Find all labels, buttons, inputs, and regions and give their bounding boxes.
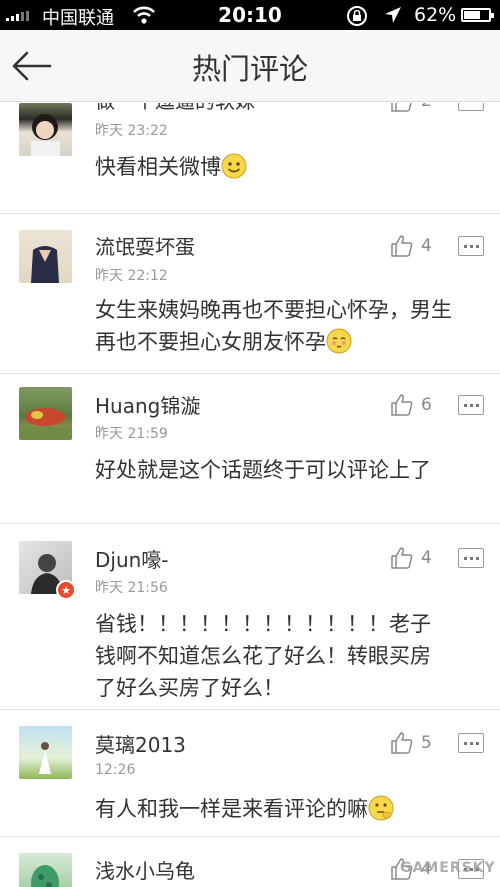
comment-author[interactable]: Djun嚎-: [95, 544, 169, 573]
comment-text: 好处就是这个话题终于可以评论上了: [95, 458, 431, 482]
thinking-emoji-icon: [368, 795, 394, 821]
comment-time: 12:26: [95, 762, 136, 778]
watermark: GAMERSKY: [400, 860, 496, 876]
like-count: 5: [421, 733, 432, 753]
nav-bar: 热门评论: [0, 30, 500, 102]
comment-item: 流氓耍坏蛋 昨天 22:12 女生来姨妈晚再也不要担心怀孕，男生再也不要担心女朋…: [0, 214, 500, 374]
comment-list[interactable]: 做一个逗逼的软妹 昨天 23:22 快看相关微博 2 流氓耍坏蛋 昨天 22:1…: [0, 103, 500, 887]
like-count: 2: [421, 103, 432, 111]
thumbs-up-icon: [391, 547, 413, 569]
comment-author[interactable]: Huang锦漩: [95, 390, 200, 419]
thumbs-up-icon: [391, 235, 413, 257]
like-count: 4: [421, 548, 432, 568]
battery-percent: 62%: [414, 4, 457, 26]
avatar[interactable]: [19, 230, 72, 283]
avatar[interactable]: [19, 853, 72, 887]
shy-emoji-icon: [326, 328, 352, 354]
like-button[interactable]: 5: [390, 730, 450, 756]
comment-text: 省钱！！！！！！！！！！！！老子钱啊不知道怎么花了好么！转眼买房了好么买房了好么…: [95, 612, 431, 700]
comment-item: 莫璃2013 12:26 有人和我一样是来看评论的嘛 5: [0, 710, 500, 837]
thumbs-up-icon: [391, 103, 412, 112]
comment-time: 昨天 22:12: [95, 268, 168, 284]
comment-item: Huang锦漩 昨天 21:59 好处就是这个话题终于可以评论上了 6: [0, 374, 500, 524]
comment-author[interactable]: 做一个逗逼的软妹: [95, 103, 255, 114]
rotation-lock-icon: [347, 6, 367, 26]
comment-author[interactable]: 流氓耍坏蛋: [95, 231, 195, 260]
avatar[interactable]: [19, 103, 72, 156]
comment-time: 昨天 21:59: [95, 426, 168, 442]
status-bar: 中国联通 20:10 62%: [0, 0, 500, 30]
comment-time: 昨天 23:22: [95, 123, 168, 139]
like-count: 6: [421, 395, 432, 415]
more-dots-icon[interactable]: [458, 733, 484, 753]
location-arrow-icon: [385, 7, 401, 23]
comment-item: ★ Djun嚎- 昨天 21:56 省钱！！！！！！！！！！！！老子钱啊不知道怎…: [0, 524, 500, 710]
like-button[interactable]: 4: [390, 545, 450, 571]
like-count: 4: [421, 236, 432, 256]
comment-item: 做一个逗逼的软妹 昨天 23:22 快看相关微博 2: [0, 103, 500, 214]
more-dots-icon[interactable]: [458, 395, 484, 415]
like-button[interactable]: 2: [390, 103, 450, 114]
more-dots-icon[interactable]: [458, 236, 484, 256]
comment-time: 昨天 21:56: [95, 580, 168, 596]
comment-text: 快看相关微博: [95, 151, 455, 183]
thumbs-up-icon: [391, 394, 413, 416]
avatar[interactable]: [19, 726, 72, 779]
comment-author[interactable]: 莫璃2013: [95, 729, 186, 758]
avatar[interactable]: [19, 387, 72, 440]
like-button[interactable]: 4: [390, 233, 450, 259]
more-dots-icon[interactable]: [458, 548, 484, 568]
battery-icon: [461, 8, 494, 22]
vip-badge-icon: ★: [56, 580, 76, 600]
page-title: 热门评论: [191, 52, 308, 86]
like-button[interactable]: 6: [390, 392, 450, 418]
thumbs-up-icon: [391, 732, 413, 754]
comment-text: 女生来姨妈晚再也不要担心怀孕，男生再也不要担心女朋友怀孕: [95, 298, 452, 354]
more-dots-icon[interactable]: [458, 103, 484, 111]
comment-author[interactable]: 浅水小乌龟: [95, 855, 195, 884]
comment-text: 有人和我一样是来看评论的嘛: [95, 793, 455, 825]
smile-emoji-icon: [221, 153, 247, 179]
